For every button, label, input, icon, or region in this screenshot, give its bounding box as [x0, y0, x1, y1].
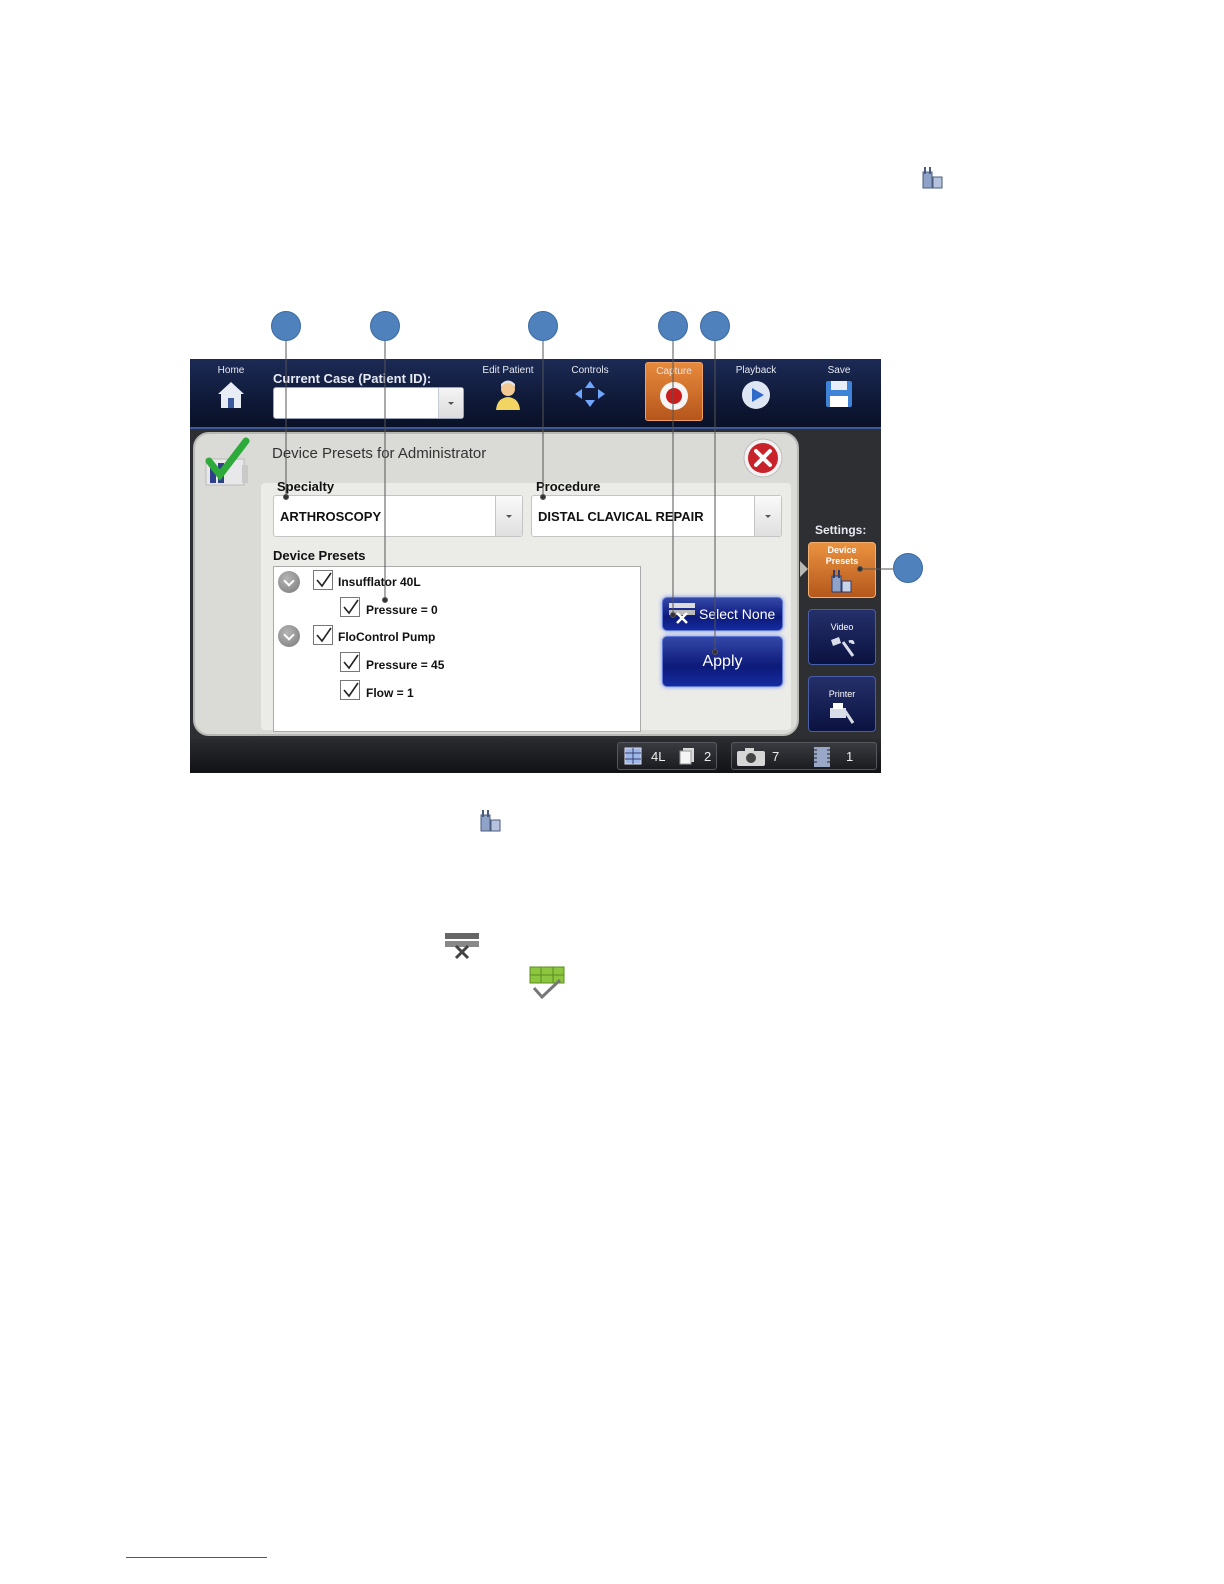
callout-marker — [370, 311, 400, 341]
footnote-separator — [126, 1557, 267, 1558]
callout-leader-lines — [283, 341, 893, 655]
callout-marker — [528, 311, 558, 341]
callout-marker — [700, 311, 730, 341]
callout-marker — [658, 311, 688, 341]
callout-marker — [893, 553, 923, 583]
callout-marker — [271, 311, 301, 341]
